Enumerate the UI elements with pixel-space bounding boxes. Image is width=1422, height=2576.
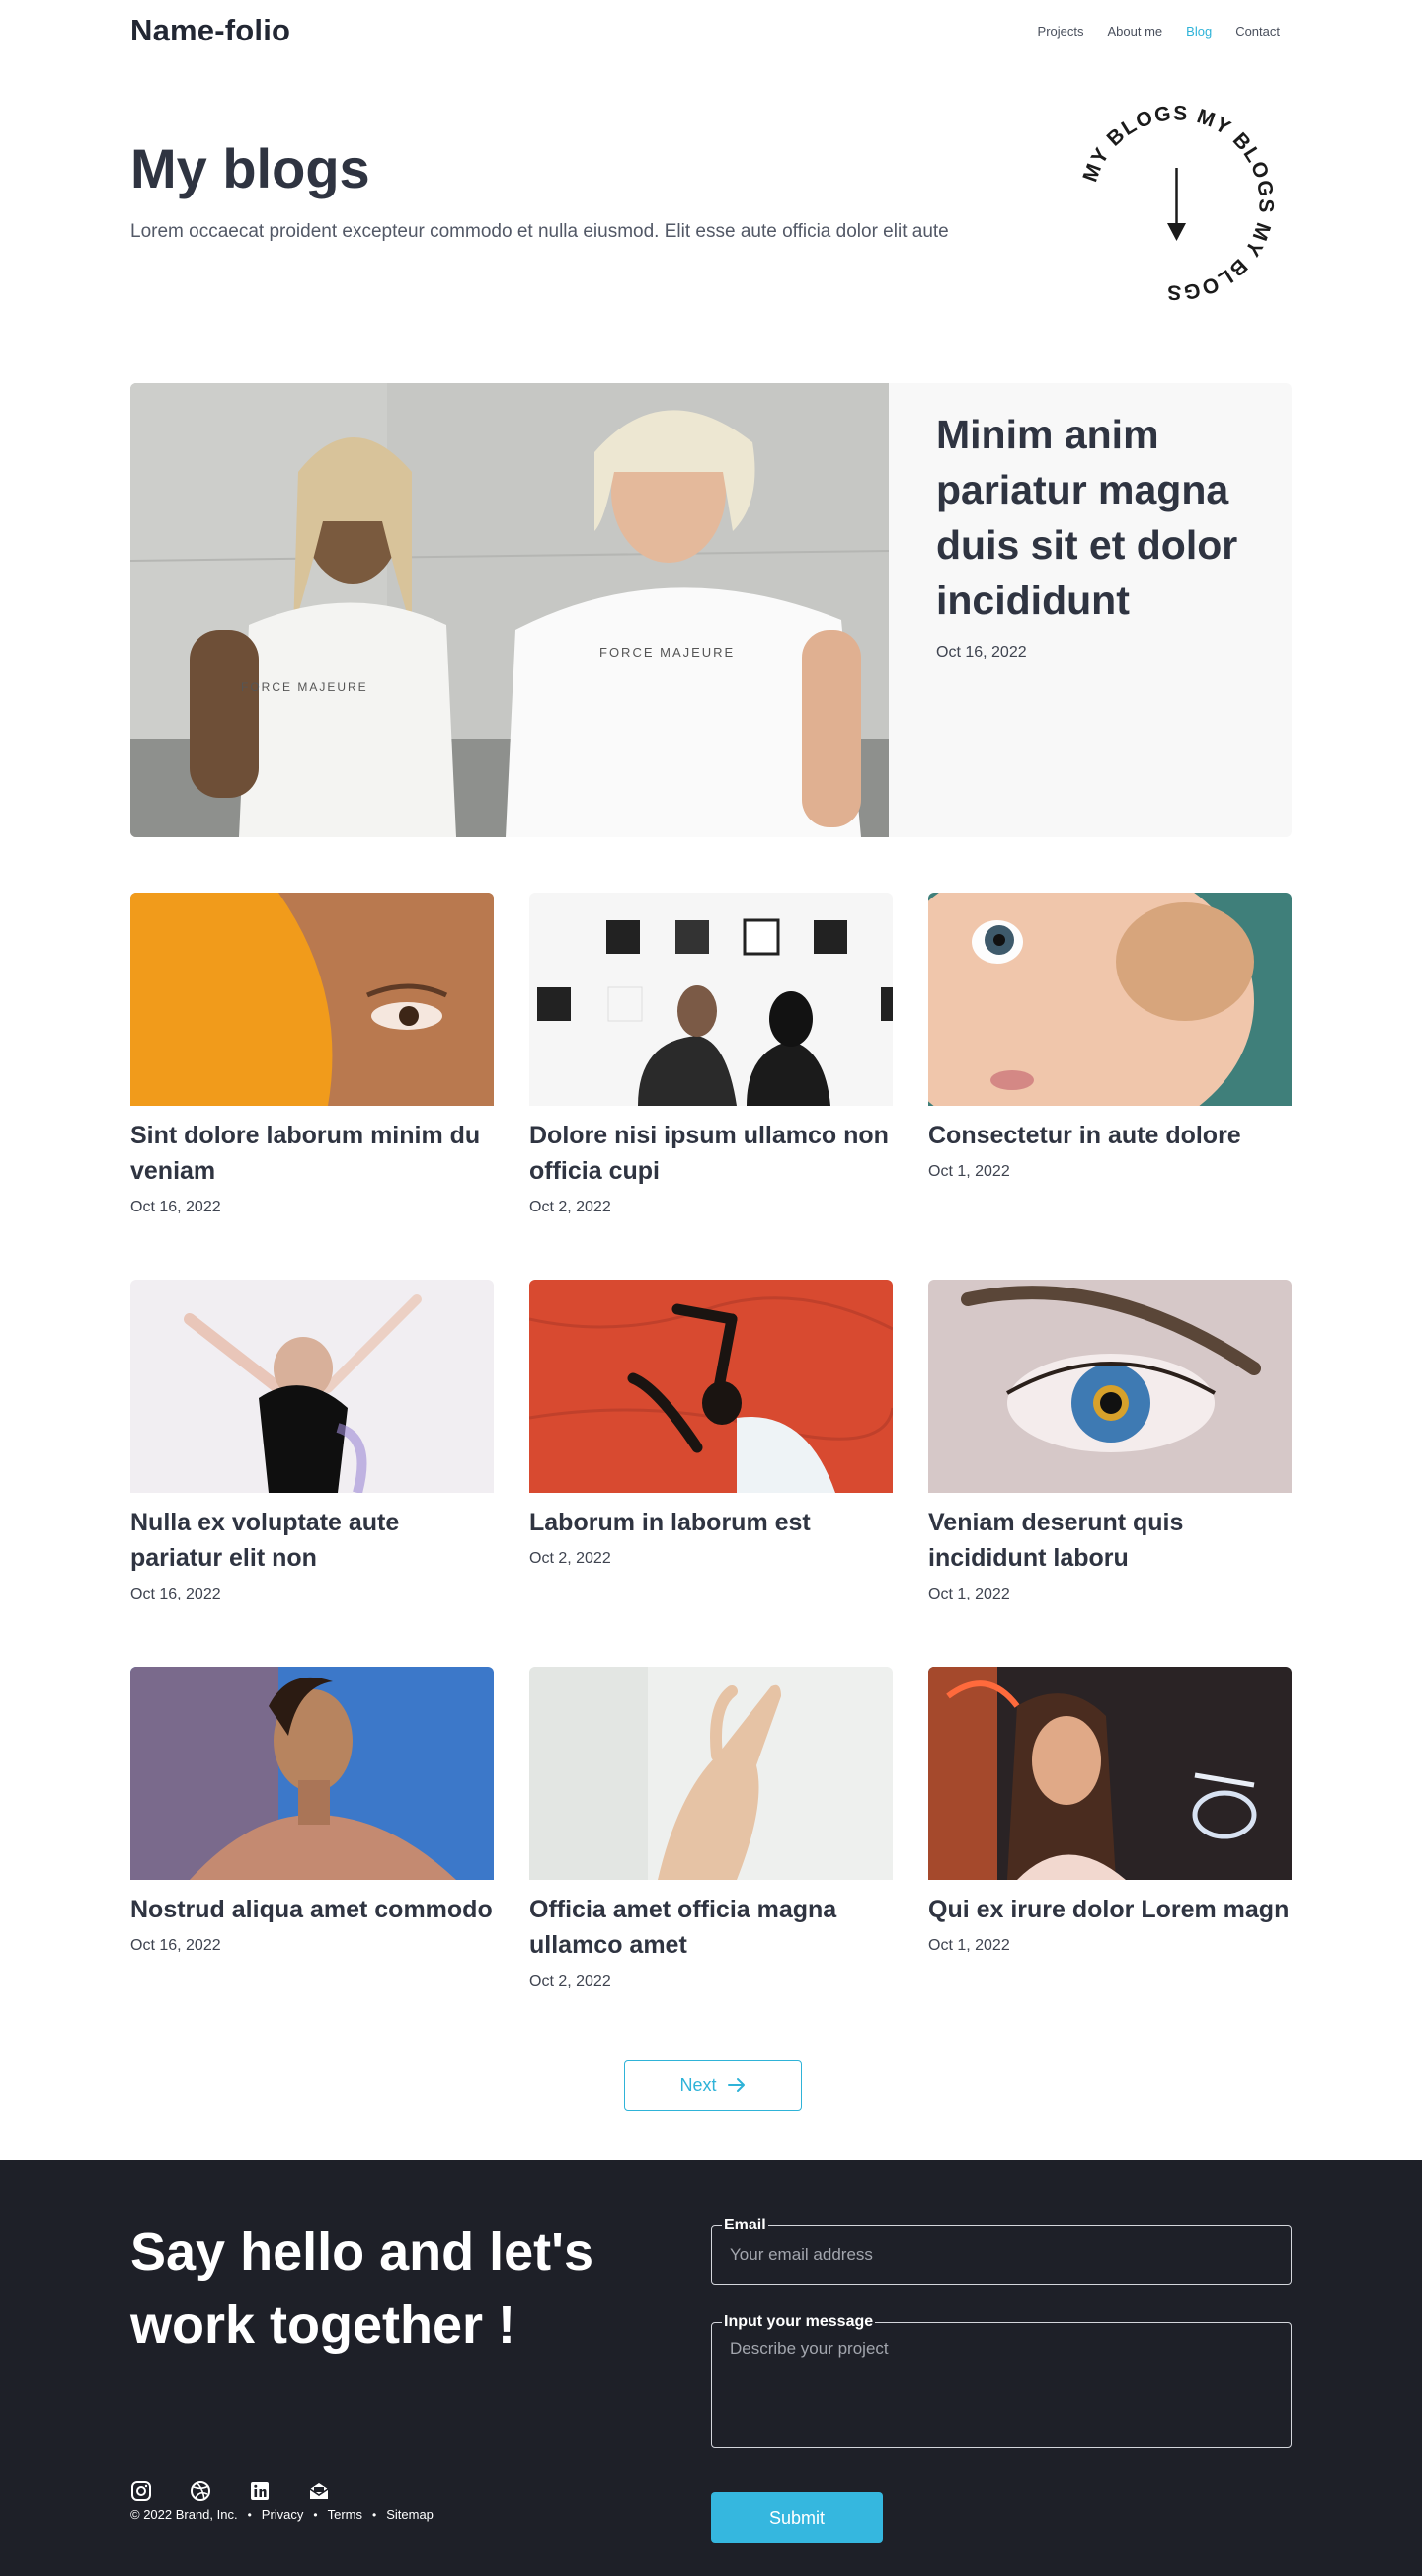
blog-card-title[interactable]: Officia amet officia magna ullamco amet — [529, 1892, 893, 1963]
featured-date: Oct 16, 2022 — [936, 644, 1027, 661]
blog-card-date: Oct 1, 2022 — [928, 1163, 1010, 1180]
blog-card-image — [529, 1667, 893, 1880]
hero-section: My blogs Lorem occaecat proident excepte… — [130, 61, 1292, 383]
blog-card-date: Oct 16, 2022 — [130, 1586, 221, 1602]
blog-card-title[interactable]: Sint dolore laborum minim du veniam — [130, 1118, 494, 1189]
header: Name-folio Projects About me Blog Contac… — [130, 0, 1292, 2160]
shirt-text-right: FORCE MAJEURE — [599, 645, 735, 660]
image-orange-fabric-face — [130, 893, 494, 1106]
blog-card-title[interactable]: Dolore nisi ipsum ullamco non officia cu… — [529, 1118, 893, 1189]
blog-card-image — [928, 893, 1292, 1106]
image-woman-blue-light — [130, 1667, 494, 1880]
image-baby-face — [928, 893, 1292, 1106]
page-description: Lorem occaecat proident excepteur commod… — [130, 221, 949, 242]
image-blue-eye — [928, 1280, 1292, 1493]
blog-grid: Sint dolore laborum minim du veniam Oct … — [130, 893, 1292, 1998]
blog-card-image — [130, 1280, 494, 1493]
footer-heading: Say hello and let's work together ! — [130, 2223, 593, 2355]
message-label: Input your message — [722, 2313, 876, 2331]
blog-card-date: Oct 1, 2022 — [928, 1937, 1010, 1954]
featured-image: FORCE MAJEURE FORCE MAJEURE — [130, 383, 889, 837]
blog-card-date: Oct 2, 2022 — [529, 1550, 611, 1567]
next-page-button[interactable]: Next — [624, 2060, 802, 2111]
blog-card[interactable]: Dolore nisi ipsum ullamco non officia cu… — [529, 893, 893, 1224]
message-field-wrapper: Input your message — [711, 2313, 1292, 2448]
blog-card[interactable]: Veniam deserunt quis incididunt laboru O… — [928, 1280, 1292, 1611]
blog-card-title[interactable]: Nostrud aliqua amet commodo — [130, 1892, 494, 1927]
separator-dot: • — [247, 2507, 252, 2522]
arrow-right-icon — [727, 2078, 745, 2092]
footer-legal: © 2022 Brand, Inc. • Privacy • Terms • S… — [130, 2507, 434, 2522]
blog-card[interactable]: Nulla ex voluptate aute pariatur elit no… — [130, 1280, 494, 1611]
blog-card-image — [529, 893, 893, 1106]
blog-card[interactable]: Nostrud aliqua amet commodo Oct 16, 2022 — [130, 1667, 494, 1998]
blog-card-image — [130, 1667, 494, 1880]
featured-text: Minim anim pariatur magna duis sit et do… — [889, 383, 1292, 837]
email-label: Email — [722, 2217, 768, 2234]
blog-card-title[interactable]: Nulla ex voluptate aute pariatur elit no… — [130, 1505, 494, 1576]
image-neon-portrait — [928, 1667, 1292, 1880]
separator-dot: • — [313, 2507, 318, 2522]
blog-card-date: Oct 16, 2022 — [130, 1937, 221, 1954]
blog-card-title[interactable]: Veniam deserunt quis incididunt laboru — [928, 1505, 1292, 1576]
top-navigation-bar: Name-folio Projects About me Blog Contac… — [130, 0, 1292, 61]
footer-link-terms[interactable]: Terms — [328, 2507, 362, 2522]
nav-link-about-me[interactable]: About me — [1108, 24, 1163, 39]
footer-link-sitemap[interactable]: Sitemap — [386, 2507, 434, 2522]
blog-card-date: Oct 2, 2022 — [529, 1973, 611, 1990]
dribbble-icon[interactable] — [190, 2480, 211, 2502]
featured-title[interactable]: Minim anim pariatur magna duis sit et do… — [936, 407, 1256, 628]
instagram-icon[interactable] — [130, 2480, 152, 2502]
featured-photo-illustration: FORCE MAJEURE FORCE MAJEURE — [130, 383, 889, 837]
blog-card-date: Oct 16, 2022 — [130, 1199, 221, 1215]
blog-card[interactable]: Officia amet officia magna ullamco amet … — [529, 1667, 893, 1998]
blog-card-image — [130, 893, 494, 1106]
footer: Say hello and let's work together ! © 20… — [0, 2160, 1422, 2576]
footer-link-privacy[interactable]: Privacy — [262, 2507, 304, 2522]
blog-card-date: Oct 1, 2022 — [928, 1586, 1010, 1602]
social-links — [130, 2480, 330, 2502]
blog-card[interactable]: Consectetur in aute dolore Oct 1, 2022 — [928, 893, 1292, 1224]
page-title: My blogs — [130, 137, 370, 199]
separator-dot: • — [372, 2507, 377, 2522]
blog-card-title[interactable]: Qui ex irure dolor Lorem magn — [928, 1892, 1292, 1927]
arrow-down-icon — [1167, 168, 1186, 241]
nav-link-blog[interactable]: Blog — [1186, 24, 1212, 39]
blog-card[interactable]: Qui ex irure dolor Lorem magn Oct 1, 202… — [928, 1667, 1292, 1998]
image-red-wall-pose — [529, 1280, 893, 1493]
shirt-text-left: FORCE MAJEURE — [241, 680, 368, 694]
blog-card-date: Oct 2, 2022 — [529, 1199, 611, 1215]
image-gallery-visitors — [529, 893, 893, 1106]
image-hand-reaching — [529, 1667, 893, 1880]
email-field[interactable] — [712, 2226, 1291, 2284]
blog-card[interactable]: Sint dolore laborum minim du veniam Oct … — [130, 893, 494, 1224]
blog-card[interactable]: Laborum in laborum est Oct 2, 2022 — [529, 1280, 893, 1611]
next-button-label: Next — [679, 2074, 717, 2095]
rotating-badge[interactable]: MY BLOGS MY BLOGS MY BLOGS — [1070, 97, 1283, 309]
featured-post[interactable]: FORCE MAJEURE FORCE MAJEURE Minim anim p… — [130, 383, 1292, 837]
copyright-text: © 2022 Brand, Inc. — [130, 2507, 238, 2522]
badge-text: MY BLOGS MY BLOGS MY BLOGS — [1078, 102, 1277, 303]
pagination: Next — [130, 1998, 1292, 2160]
blog-card-image — [928, 1667, 1292, 1880]
submit-button[interactable]: Submit — [711, 2492, 883, 2543]
blog-card-image — [529, 1280, 893, 1493]
blog-card-image — [928, 1280, 1292, 1493]
linkedin-icon[interactable] — [249, 2480, 271, 2502]
blog-card-title[interactable]: Laborum in laborum est — [529, 1505, 893, 1540]
image-dancer — [130, 1280, 494, 1493]
mail-open-icon[interactable] — [308, 2480, 330, 2502]
email-field-wrapper: Email — [711, 2217, 1292, 2285]
message-field[interactable] — [712, 2323, 1291, 2442]
main-nav: Projects About me Blog Contact — [1038, 24, 1280, 39]
blog-card-title[interactable]: Consectetur in aute dolore — [928, 1118, 1292, 1153]
nav-link-projects[interactable]: Projects — [1038, 24, 1084, 39]
brand-logo[interactable]: Name-folio — [130, 13, 290, 48]
contact-form: Email Input your message Submit — [711, 2217, 1292, 2543]
nav-link-contact[interactable]: Contact — [1235, 24, 1280, 39]
